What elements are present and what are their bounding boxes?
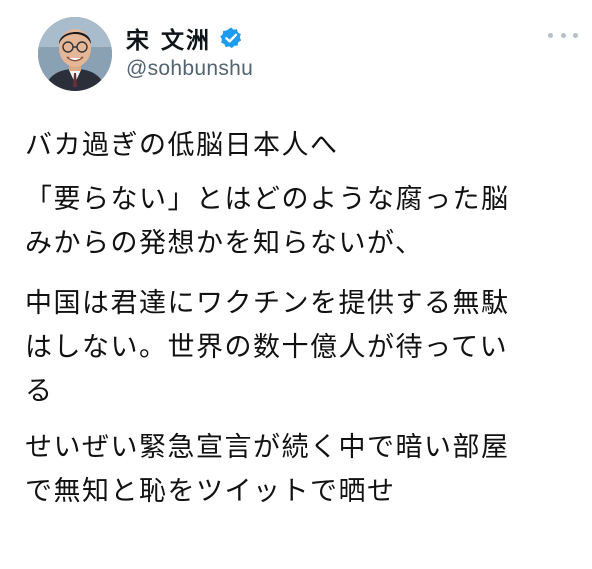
tweet-text: バカ過ぎの低脳日本人へ 「要らない」とはどのような腐った脳 みからの発想かを知ら… <box>25 124 585 514</box>
tweet-line: みからの発想かを知らないが、 <box>25 228 424 259</box>
display-name-row: 宋 文洲 <box>126 21 253 55</box>
tweet-paragraph: せいぜい緊急宣言が続く中で暗い部屋 で無知と恥をツイットで晒せ <box>25 426 585 514</box>
tweet-line: 「要らない」とはどのような腐った脳 <box>25 184 510 215</box>
tweet-header: 宋 文洲 @sohbunshu <box>38 17 578 95</box>
tweet-paragraph: 「要らない」とはどのような腐った脳 みからの発想かを知らないが、 <box>25 178 585 266</box>
tweet-card: 宋 文洲 @sohbunshu バカ過ぎの低脳日本人へ 「要らない」とはどのよう… <box>0 0 592 569</box>
more-dot <box>560 32 566 38</box>
tweet-line: 中国は君達にワクチンを提供する無駄 <box>25 288 510 319</box>
avatar[interactable] <box>38 17 112 91</box>
tweet-line: る <box>25 376 54 407</box>
more-dot <box>573 32 578 38</box>
tweet-paragraph: 中国は君達にワクチンを提供する無駄 はしない。世界の数十億人が待ってい る <box>25 282 585 414</box>
more-dot <box>548 32 553 38</box>
tweet-line: はしない。世界の数十億人が待ってい <box>25 332 509 363</box>
user-info: 宋 文洲 @sohbunshu <box>126 23 253 81</box>
user-handle[interactable]: @sohbunshu <box>126 57 253 81</box>
tweet-line: せいぜい緊急宣言が続く中で暗い部屋 <box>25 432 510 463</box>
tweet-line: バカ過ぎの低脳日本人へ <box>25 130 339 161</box>
more-options-icon[interactable] <box>548 25 578 45</box>
verified-badge-icon <box>219 26 243 50</box>
person-avatar-image <box>38 17 112 91</box>
tweet-line: で無知と恥をツイットで晒せ <box>25 476 396 507</box>
tweet-paragraph: バカ過ぎの低脳日本人へ <box>25 124 585 168</box>
display-name[interactable]: 宋 文洲 <box>126 21 211 55</box>
